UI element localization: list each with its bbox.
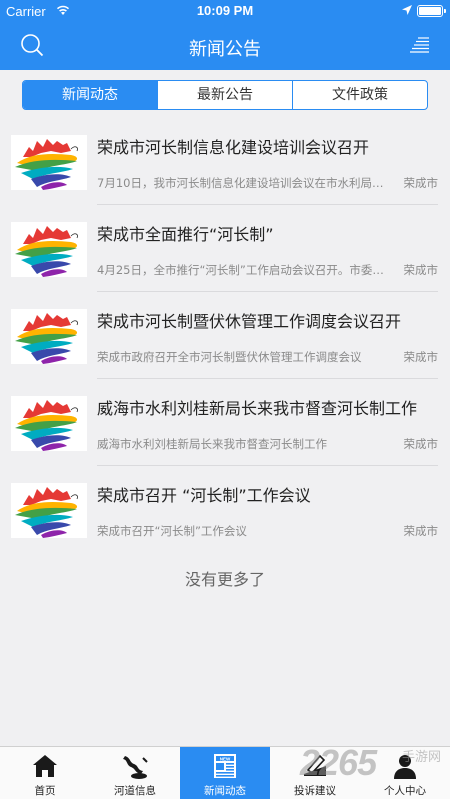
menu-icon[interactable] <box>410 37 430 53</box>
tab-label: 个人中心 <box>384 785 426 797</box>
tab-news-center[interactable]: NEW 新闻动态 <box>180 747 270 799</box>
news-thumbnail <box>11 222 87 277</box>
tab-news[interactable]: 新闻动态 <box>23 81 157 109</box>
news-title: 荣成市召开 “河长制”工作会议 <box>97 486 311 505</box>
news-title: 威海市水利刘桂新局长来我市督查河长制工作 <box>97 399 418 418</box>
page-title: 新闻公告 <box>189 39 261 60</box>
news-item[interactable]: 威海市水利刘桂新局长来我市督查河长制工作 威海市水利刘桂新局长来我市督查河长制工… <box>0 379 450 466</box>
status-bar: Carrier 10:09 PM <box>0 0 450 24</box>
news-icon: NEW <box>214 754 236 778</box>
status-time: 10:09 PM <box>196 3 254 18</box>
news-source: 荣成市 <box>403 437 439 451</box>
news-thumbnail <box>11 309 87 364</box>
category-segmented-control: 新闻动态 最新公告 文件政策 <box>22 80 428 110</box>
tab-label: 新闻动态 <box>204 785 246 797</box>
tab-complaints[interactable]: 投诉建议 <box>270 747 360 799</box>
user-icon <box>394 755 416 779</box>
news-summary: 7月10日，我市河长制信息化建设培训会议在市水利局召开 <box>97 176 387 190</box>
tab-label: 河道信息 <box>114 785 156 797</box>
news-item[interactable]: 荣成市河长制信息化建设培训会议召开 7月10日，我市河长制信息化建设培训会议在市… <box>0 118 450 205</box>
tab-label: 首页 <box>34 785 56 797</box>
news-summary: 4月25日，全市推行“河长制”工作启动会议召开。市委书记 <box>97 263 387 277</box>
news-item[interactable]: 荣成市河长制暨伏休管理工作调度会议召开 荣成市政府召开全市河长制暨伏休管理工作调… <box>0 292 450 379</box>
news-thumbnail <box>11 483 87 538</box>
news-title: 荣成市河长制暨伏休管理工作调度会议召开 <box>97 312 402 331</box>
tab-river-info[interactable]: 河道信息 <box>90 747 180 799</box>
tab-home[interactable]: 首页 <box>0 747 90 799</box>
news-source: 荣成市 <box>403 176 439 190</box>
news-source: 荣成市 <box>403 350 439 364</box>
news-summary: 威海市水利刘桂新局长来我市督查河长制工作 <box>97 437 327 451</box>
home-icon <box>33 755 57 777</box>
nav-bar: Carrier 10:09 PM 新闻公告 <box>0 0 450 70</box>
news-summary: 荣成市政府召开全市河长制暨伏休管理工作调度会议 <box>97 350 362 364</box>
tab-announcements[interactable]: 最新公告 <box>157 81 292 109</box>
news-thumbnail <box>11 396 87 451</box>
tab-policy-documents[interactable]: 文件政策 <box>292 81 427 109</box>
battery-icon <box>417 5 446 17</box>
news-thumbnail <box>11 135 87 190</box>
svg-text:NEW: NEW <box>220 756 231 761</box>
news-list: 荣成市河长制信息化建设培训会议召开 7月10日，我市河长制信息化建设培训会议在市… <box>0 118 450 553</box>
news-item[interactable]: 荣成市召开 “河长制”工作会议 荣成市召开“河长制”工作会议 荣成市 <box>0 466 450 553</box>
location-arrow-icon <box>402 5 412 15</box>
tab-profile[interactable]: 个人中心 <box>360 747 450 799</box>
news-title: 荣成市全面推行“河长制” <box>97 225 274 244</box>
news-source: 荣成市 <box>403 524 439 538</box>
no-more-label: 没有更多了 <box>184 570 265 589</box>
complaint-icon <box>304 754 326 776</box>
tab-label: 投诉建议 <box>294 785 336 797</box>
news-item[interactable]: 荣成市全面推行“河长制” 4月25日，全市推行“河长制”工作启动会议召开。市委书… <box>0 205 450 292</box>
news-summary: 荣成市召开“河长制”工作会议 <box>97 524 247 538</box>
news-source: 荣成市 <box>403 263 439 277</box>
river-info-icon <box>123 756 148 779</box>
bottom-tab-bar: 首页 河道信息 NEW 新闻动态 投诉建议 个人中心 <box>0 746 450 799</box>
news-title: 荣成市河长制信息化建设培训会议召开 <box>97 138 370 157</box>
